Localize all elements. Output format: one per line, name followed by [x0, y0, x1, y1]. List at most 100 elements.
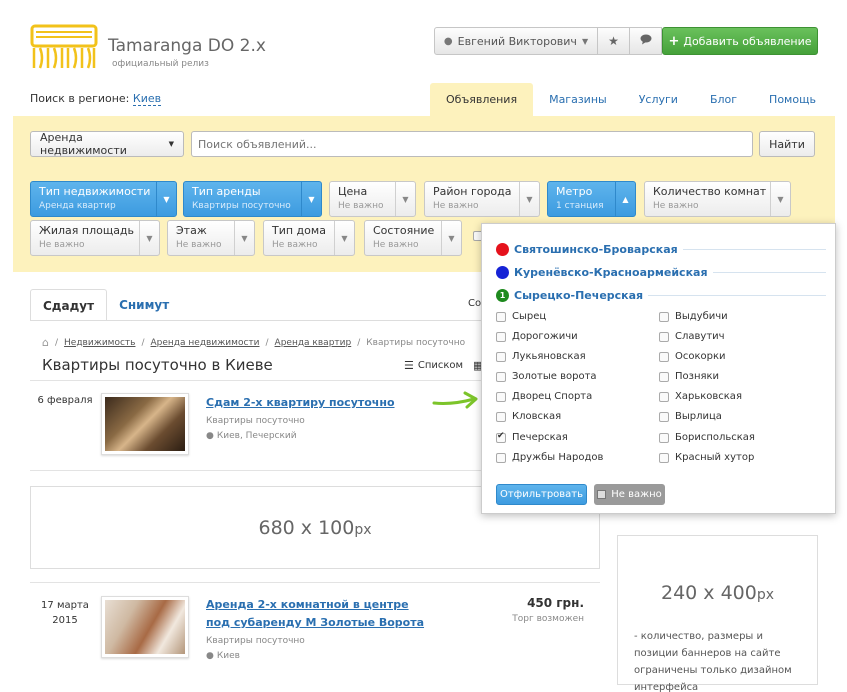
- station-dorohozhychi[interactable]: Дорогожичи: [496, 331, 578, 342]
- station-zoloti-vorota[interactable]: Золотые ворота: [496, 371, 597, 382]
- station-label: Славутич: [675, 331, 725, 342]
- station-checkbox[interactable]: [496, 351, 506, 362]
- caret-down-icon: ▼: [395, 182, 415, 216]
- region-label: Поиск в регионе:: [30, 92, 130, 105]
- listing-photo[interactable]: [101, 596, 189, 658]
- filter-title: Количество комнат: [653, 185, 767, 198]
- search-button[interactable]: Найти: [759, 131, 815, 157]
- station-pozniaky[interactable]: Позняки: [659, 371, 719, 382]
- add-listing-button[interactable]: + Добавить объявление: [662, 27, 818, 55]
- station-checkbox[interactable]: [496, 452, 506, 463]
- station-vyrlytsia[interactable]: Вырлица: [659, 411, 722, 422]
- star-icon: ★: [608, 34, 619, 48]
- station-palats-sportu[interactable]: Дворец Спорта: [496, 391, 592, 402]
- station-label: Золотые ворота: [512, 371, 597, 382]
- station-boryspilska[interactable]: Бориспольская: [659, 432, 755, 443]
- station-checkbox[interactable]: [496, 331, 506, 342]
- station-checkbox[interactable]: [496, 311, 506, 322]
- station-checkbox[interactable]: [496, 411, 506, 422]
- breadcrumb-link[interactable]: Недвижимость: [64, 338, 135, 348]
- filter-property-type[interactable]: Тип недвижимости Аренда квартир ▼: [30, 181, 177, 217]
- home-icon[interactable]: ⌂: [42, 336, 49, 349]
- site-subtitle: официальный релиз: [112, 59, 209, 69]
- station-checkbox[interactable]: [659, 452, 669, 463]
- favorites-button[interactable]: ★: [598, 27, 630, 55]
- listing-photo[interactable]: [101, 393, 189, 455]
- filter-house-type[interactable]: Тип дома Не важно ▼: [263, 220, 355, 256]
- view-list-label: Списком: [417, 360, 464, 371]
- banner-size: 680 x 100: [258, 516, 355, 539]
- station-chervonyi-khutir[interactable]: Красный хутор: [659, 452, 754, 463]
- nav-tab-shops[interactable]: Магазины: [533, 83, 623, 116]
- nav-tab-help[interactable]: Помощь: [753, 83, 832, 116]
- messages-button[interactable]: [630, 27, 662, 55]
- reset-metro-label: Не важно: [611, 489, 662, 500]
- breadcrumb-link[interactable]: Аренда недвижимости: [151, 338, 260, 348]
- station-checkbox[interactable]: [659, 391, 669, 402]
- filter-title: Тип недвижимости: [39, 185, 151, 198]
- station-slavutych[interactable]: Славутич: [659, 331, 725, 342]
- nav-tab-services[interactable]: Услуги: [623, 83, 694, 116]
- listing-date: 6 февраля: [37, 395, 93, 406]
- station-syrets[interactable]: Сырец: [496, 311, 546, 322]
- metro-line-sviatoshynsko[interactable]: Святошинско-Броварская: [496, 243, 826, 256]
- metro-line-kurenivsko[interactable]: Куренёвско-Красноармейская: [496, 266, 826, 279]
- filter-rent-type[interactable]: Тип аренды Квартиры посуточно ▼: [183, 181, 322, 217]
- station-checkbox-checked[interactable]: [496, 431, 506, 443]
- apply-filter-button[interactable]: Отфильтровать: [496, 484, 587, 505]
- listing-location: ● Киев, Печерский: [206, 431, 297, 441]
- region-link[interactable]: Киев: [132, 92, 162, 106]
- category-select[interactable]: Аренда недвижимости ▼: [30, 131, 184, 157]
- user-bar: ● Евгений Викторович ▼ ★: [434, 27, 662, 55]
- banner-side[interactable]: 240 x 400px - количество, размеры и пози…: [617, 535, 818, 692]
- listing-item: 17 марта 2015 Аренда 2-х комнатной в цен…: [30, 592, 600, 682]
- breadcrumb-link[interactable]: Аренда квартир: [275, 338, 352, 348]
- station-checkbox[interactable]: [659, 311, 669, 322]
- view-list-toggle[interactable]: ☰ Списком ▦: [404, 359, 484, 372]
- user-menu-button[interactable]: ● Евгений Викторович ▼: [434, 27, 598, 55]
- caret-down-icon: ▼: [441, 221, 461, 255]
- station-label: Вырлица: [675, 411, 722, 422]
- filter-condition[interactable]: Состояние Не важно ▼: [364, 220, 462, 256]
- caret-down-icon: ▼: [519, 182, 539, 216]
- station-checkbox[interactable]: [659, 371, 669, 382]
- filter-rooms[interactable]: Количество комнат Не важно ▼: [644, 181, 791, 217]
- station-osokorky[interactable]: Осокорки: [659, 351, 726, 362]
- tab-offer[interactable]: Сдадут: [30, 289, 108, 321]
- station-checkbox[interactable]: [659, 331, 669, 342]
- station-label: Дорогожичи: [512, 331, 578, 342]
- filter-value: Не важно: [39, 240, 85, 250]
- station-vydubychi[interactable]: Выдубичи: [659, 311, 728, 322]
- listing-title-link[interactable]: Аренда 2-х комнатной в центре под субаре…: [206, 596, 426, 632]
- nav-tab-listings[interactable]: Объявления: [430, 83, 534, 116]
- filter-title: Состояние: [373, 224, 435, 237]
- station-checkbox[interactable]: [659, 432, 669, 443]
- tab-seek[interactable]: Снимут: [107, 289, 181, 321]
- station-checkbox[interactable]: [659, 411, 669, 422]
- search-input[interactable]: [191, 131, 753, 157]
- station-label: Красный хутор: [675, 452, 755, 463]
- site-logo[interactable]: [30, 24, 98, 72]
- caret-up-icon: ▲: [615, 182, 635, 216]
- filter-living-area[interactable]: Жилая площадь Не важно ▼: [30, 220, 160, 256]
- station-pecherska[interactable]: Печерская: [496, 431, 568, 443]
- filter-district[interactable]: Район города Не важно ▼: [424, 181, 540, 217]
- station-druzhby-narodiv[interactable]: Дружбы Народов: [496, 452, 603, 463]
- filter-floor[interactable]: Этаж Не важно ▼: [167, 220, 255, 256]
- metro-line-name: Сырецко-Печерская: [514, 289, 644, 302]
- station-klovska[interactable]: Кловская: [496, 411, 561, 422]
- station-kharkivska[interactable]: Харьковская: [659, 391, 742, 402]
- caret-down-icon: ▼: [770, 182, 790, 216]
- station-checkbox[interactable]: [496, 391, 506, 402]
- station-lukianivska[interactable]: Лукьяновская: [496, 351, 586, 362]
- nav-tab-blog[interactable]: Блог: [694, 83, 753, 116]
- reset-metro-button[interactable]: Не важно: [594, 484, 665, 505]
- offer-tabs: Сдадут Снимут: [30, 289, 181, 321]
- station-checkbox[interactable]: [496, 371, 506, 382]
- filter-metro[interactable]: Метро 1 станция ▲: [547, 181, 636, 217]
- listing-title-link[interactable]: Сдам 2-х квартиру посуточно: [206, 394, 426, 412]
- station-checkbox[interactable]: [659, 351, 669, 362]
- filter-price[interactable]: Цена Не важно ▼: [329, 181, 416, 217]
- station-label: Сырец: [512, 311, 547, 322]
- metro-line-syretsko[interactable]: 1 Сырецко-Печерская: [496, 289, 826, 302]
